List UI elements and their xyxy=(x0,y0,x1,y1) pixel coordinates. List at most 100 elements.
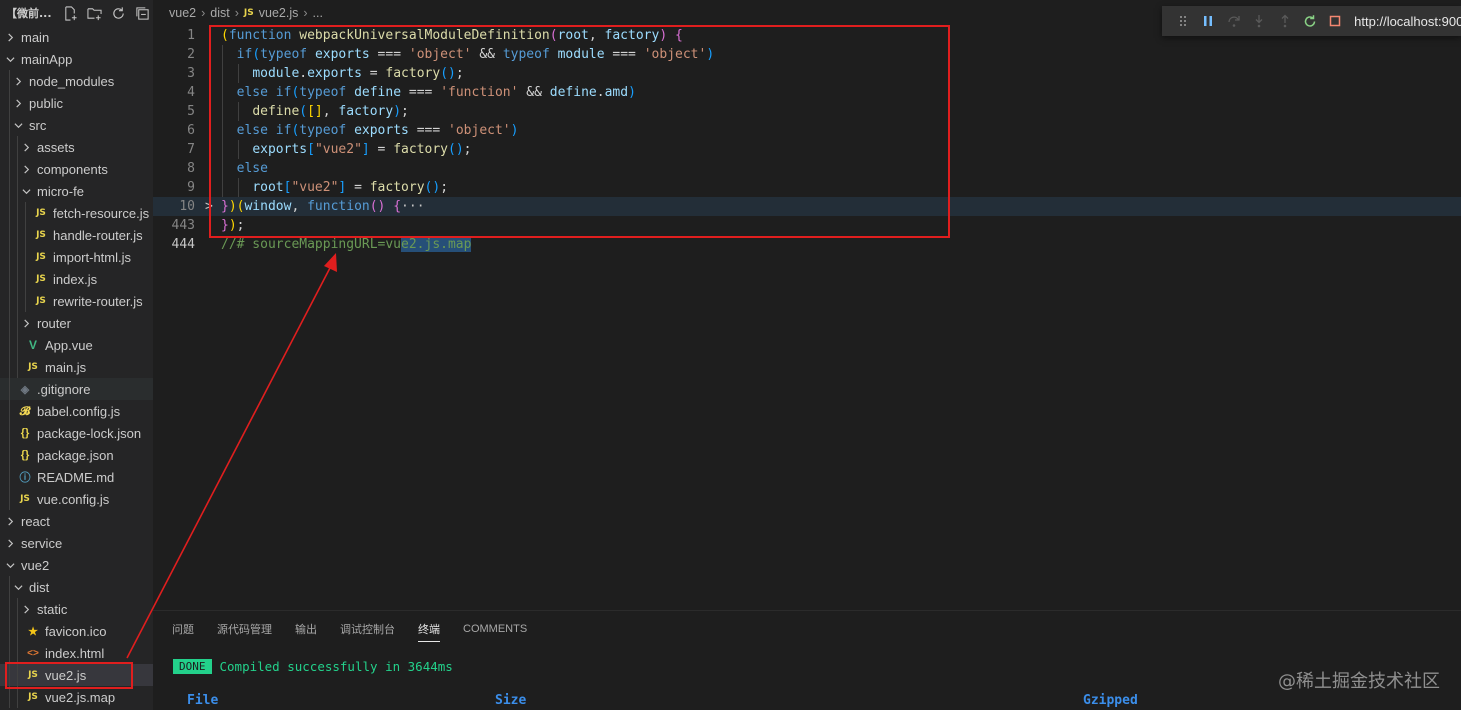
tree-file[interactable]: JS vue2.js.map xyxy=(0,686,153,708)
tree-folder[interactable]: react xyxy=(0,510,153,532)
tree-folder[interactable]: micro-fe xyxy=(0,180,153,202)
tree-folder[interactable]: vue2 xyxy=(0,554,153,576)
step-out-icon[interactable] xyxy=(1272,10,1297,32)
tree-item-label: main.js xyxy=(45,359,87,375)
collapse-all-icon[interactable] xyxy=(134,5,150,21)
step-over-icon[interactable] xyxy=(1221,10,1246,32)
indent-guide xyxy=(9,642,10,664)
breadcrumb-file[interactable]: vue2.js xyxy=(259,6,299,20)
tree-file[interactable]: JS rewrite-router.js xyxy=(0,290,153,312)
tree-folder[interactable]: public xyxy=(0,92,153,114)
tree-file[interactable]: 𝓑babel.config.js xyxy=(0,400,153,422)
indent-guide xyxy=(17,136,18,158)
tab-comments[interactable]: COMMENTS xyxy=(463,617,527,641)
line-number: 8 xyxy=(187,161,195,176)
workspace-title[interactable]: 【微前... xyxy=(6,5,54,21)
breadcrumb-symbol[interactable]: ... xyxy=(313,6,323,20)
indent-guide xyxy=(25,268,26,290)
tab-debug-console[interactable]: 调试控制台 xyxy=(340,615,395,643)
indent-guide xyxy=(17,224,18,246)
tab-source-control[interactable]: 源代码管理 xyxy=(217,615,272,643)
tree-folder[interactable]: router xyxy=(0,312,153,334)
code-token: //# sourceMappingURL=vu xyxy=(221,237,402,252)
step-into-icon[interactable] xyxy=(1246,10,1271,32)
breadcrumb-dist[interactable]: dist xyxy=(210,6,229,20)
tree-file[interactable]: JS main.js xyxy=(0,356,153,378)
tree-item-label: vue2.js.map xyxy=(45,689,116,705)
tree-file[interactable]: {} package.json xyxy=(0,444,153,466)
tree-folder[interactable]: dist xyxy=(0,576,153,598)
indent-guide xyxy=(17,158,18,180)
stop-icon[interactable] xyxy=(1323,10,1348,32)
chevron-right-icon[interactable] xyxy=(4,538,16,548)
indent-guide xyxy=(9,290,10,312)
indent-guide xyxy=(17,334,18,356)
tab-problems[interactable]: 问题 xyxy=(172,615,194,643)
tree-folder[interactable]: src xyxy=(0,114,153,136)
chevron-right-icon[interactable] xyxy=(12,98,24,108)
indent-guide xyxy=(9,686,10,708)
tree-folder[interactable]: node_modules xyxy=(0,70,153,92)
indent-guide xyxy=(9,598,10,620)
chevron-right-icon[interactable] xyxy=(20,604,32,614)
tree-file[interactable]: <> index.html xyxy=(0,642,153,664)
indent-guide xyxy=(9,400,10,422)
tree-folder[interactable]: assets xyxy=(0,136,153,158)
drag-handle-icon[interactable] xyxy=(1170,10,1195,32)
indent-guide xyxy=(25,290,26,312)
tree-file[interactable]: V App.vue xyxy=(0,334,153,356)
chevron-right-icon[interactable] xyxy=(20,318,32,328)
annotation-code-highlight-box xyxy=(209,25,950,238)
restart-icon[interactable] xyxy=(1297,10,1322,32)
tree-item-label: static xyxy=(37,601,68,617)
tree-file[interactable]: JS handle-router.js xyxy=(0,224,153,246)
tree-file[interactable]: ★ favicon.ico xyxy=(0,620,153,642)
tree-file[interactable]: ◈ .gitignore xyxy=(0,378,153,400)
tab-terminal[interactable]: 终端 xyxy=(418,615,440,643)
tree-item-label: import-html.js xyxy=(53,249,132,265)
line-number: 443 xyxy=(171,218,195,233)
chevron-down-icon[interactable] xyxy=(12,121,24,130)
tree-file[interactable]: JS vue.config.js xyxy=(0,488,153,510)
tree-file[interactable]: JS index.js xyxy=(0,268,153,290)
tree-file[interactable]: ⓘ README.md xyxy=(0,466,153,488)
favicon-file-icon: ★ xyxy=(28,625,38,638)
tree-folder[interactable]: service xyxy=(0,532,153,554)
tab-output[interactable]: 输出 xyxy=(295,615,317,643)
chevron-right-icon: › xyxy=(201,6,206,20)
new-folder-icon[interactable] xyxy=(86,5,102,21)
tree-file[interactable]: JS import-html.js xyxy=(0,246,153,268)
js-file-icon: JS xyxy=(36,230,46,240)
tree-file[interactable]: {} package-lock.json xyxy=(0,422,153,444)
tree-item-label: handle-router.js xyxy=(53,227,143,243)
indent-guide xyxy=(9,378,10,400)
pause-icon[interactable] xyxy=(1195,10,1220,32)
chevron-right-icon[interactable] xyxy=(20,164,32,174)
tree-folder[interactable]: components xyxy=(0,158,153,180)
tree-file[interactable]: JS fetch-resource.js xyxy=(0,202,153,224)
js-file-icon: JS xyxy=(28,362,38,372)
tree-folder[interactable]: static xyxy=(0,598,153,620)
chevron-right-icon[interactable] xyxy=(4,516,16,526)
json-file-icon: {} xyxy=(20,449,30,461)
indent-guide xyxy=(9,488,10,510)
tree-item-label: babel.config.js xyxy=(37,403,121,419)
code-token: e2.js.map xyxy=(401,237,472,252)
indent-guide xyxy=(25,202,26,224)
debug-target-url[interactable]: http://localhost:900 xyxy=(1354,14,1461,29)
chevron-down-icon[interactable] xyxy=(12,583,24,592)
explorer-sidebar: 【微前... main mainApp node_modules public src a… xyxy=(0,0,153,710)
compiled-message: Compiled successfully in 3644ms xyxy=(219,659,453,674)
chevron-down-icon[interactable] xyxy=(4,561,16,570)
chevron-right-icon[interactable] xyxy=(12,76,24,86)
chevron-right-icon[interactable] xyxy=(20,142,32,152)
indent-guide xyxy=(9,334,10,356)
breadcrumb-vue2[interactable]: vue2 xyxy=(169,6,196,20)
new-file-icon[interactable] xyxy=(62,5,78,21)
refresh-icon[interactable] xyxy=(110,5,126,21)
tree-folder[interactable]: mainApp xyxy=(0,48,153,70)
chevron-down-icon[interactable] xyxy=(4,55,16,64)
chevron-right-icon[interactable] xyxy=(4,32,16,42)
tree-folder[interactable]: main xyxy=(0,26,153,48)
chevron-down-icon[interactable] xyxy=(20,187,32,196)
